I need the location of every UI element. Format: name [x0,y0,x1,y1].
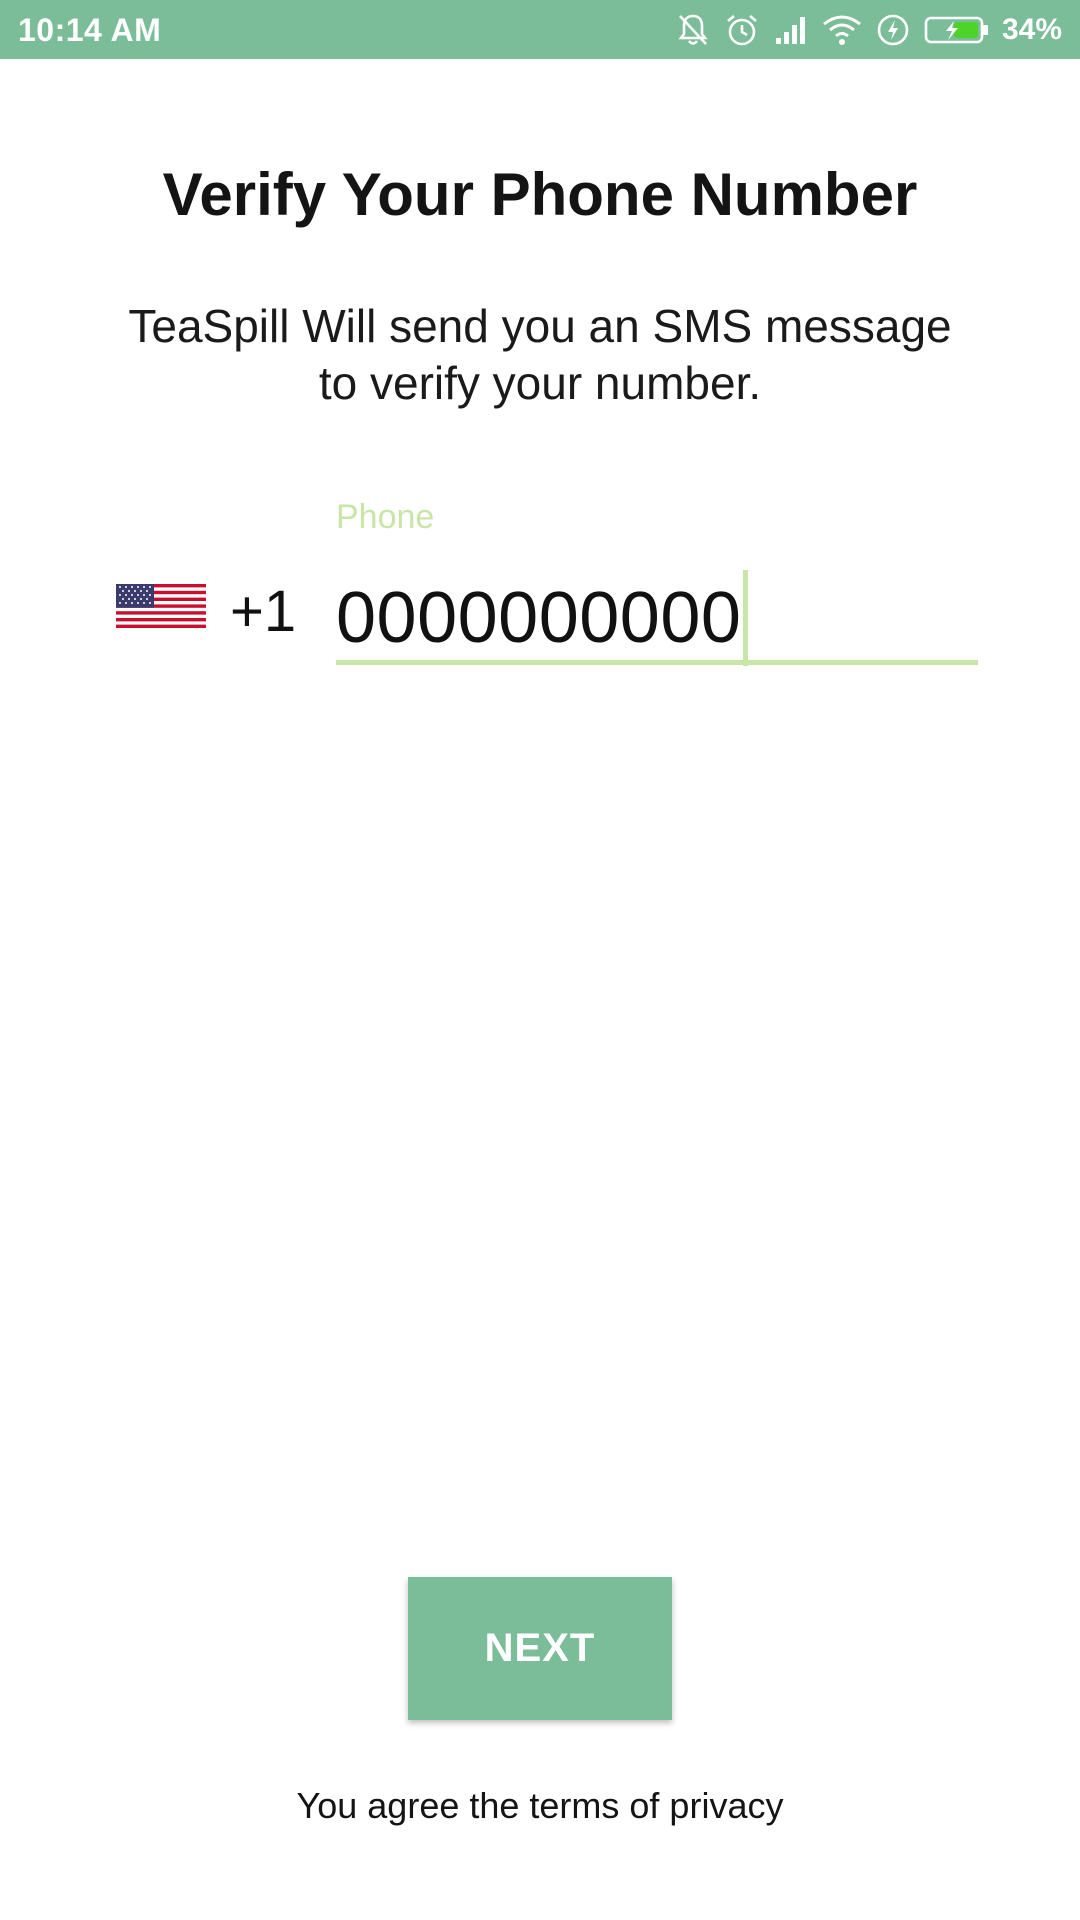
notifications-muted-icon [676,12,710,48]
instruction-line-2: to verify your number. [318,357,762,409]
battery-charging-icon [924,15,990,45]
instruction-line-1: TeaSpill Will send you an SMS message [128,300,952,352]
status-bar: 10:14 AM 34% [0,0,1080,59]
battery-percent: 34% [1001,13,1062,46]
phone-input[interactable]: 0000000000 [336,570,749,666]
alarm-icon [724,12,760,48]
status-icons: 34% [676,10,1062,50]
phone-field[interactable]: Phone 0000000000 [336,498,978,668]
signal-icon [774,14,808,46]
phone-input-value: 0000000000 [336,578,742,658]
instruction-text: TeaSpill Will send you an SMS message to… [100,298,980,412]
status-time: 10:14 AM [18,12,162,48]
next-button[interactable]: NEXT [408,1577,672,1720]
phone-label: Phone [336,498,435,536]
page-title: Verify Your Phone Number [162,161,918,228]
us-flag-icon[interactable] [116,584,206,628]
flash-icon [876,13,910,47]
phone-input-underline [336,660,978,665]
country-code[interactable]: +1 [230,578,296,645]
terms-text[interactable]: You agree the terms of privacy [0,1785,1080,1827]
text-caret [743,570,749,666]
wifi-icon [822,14,862,46]
